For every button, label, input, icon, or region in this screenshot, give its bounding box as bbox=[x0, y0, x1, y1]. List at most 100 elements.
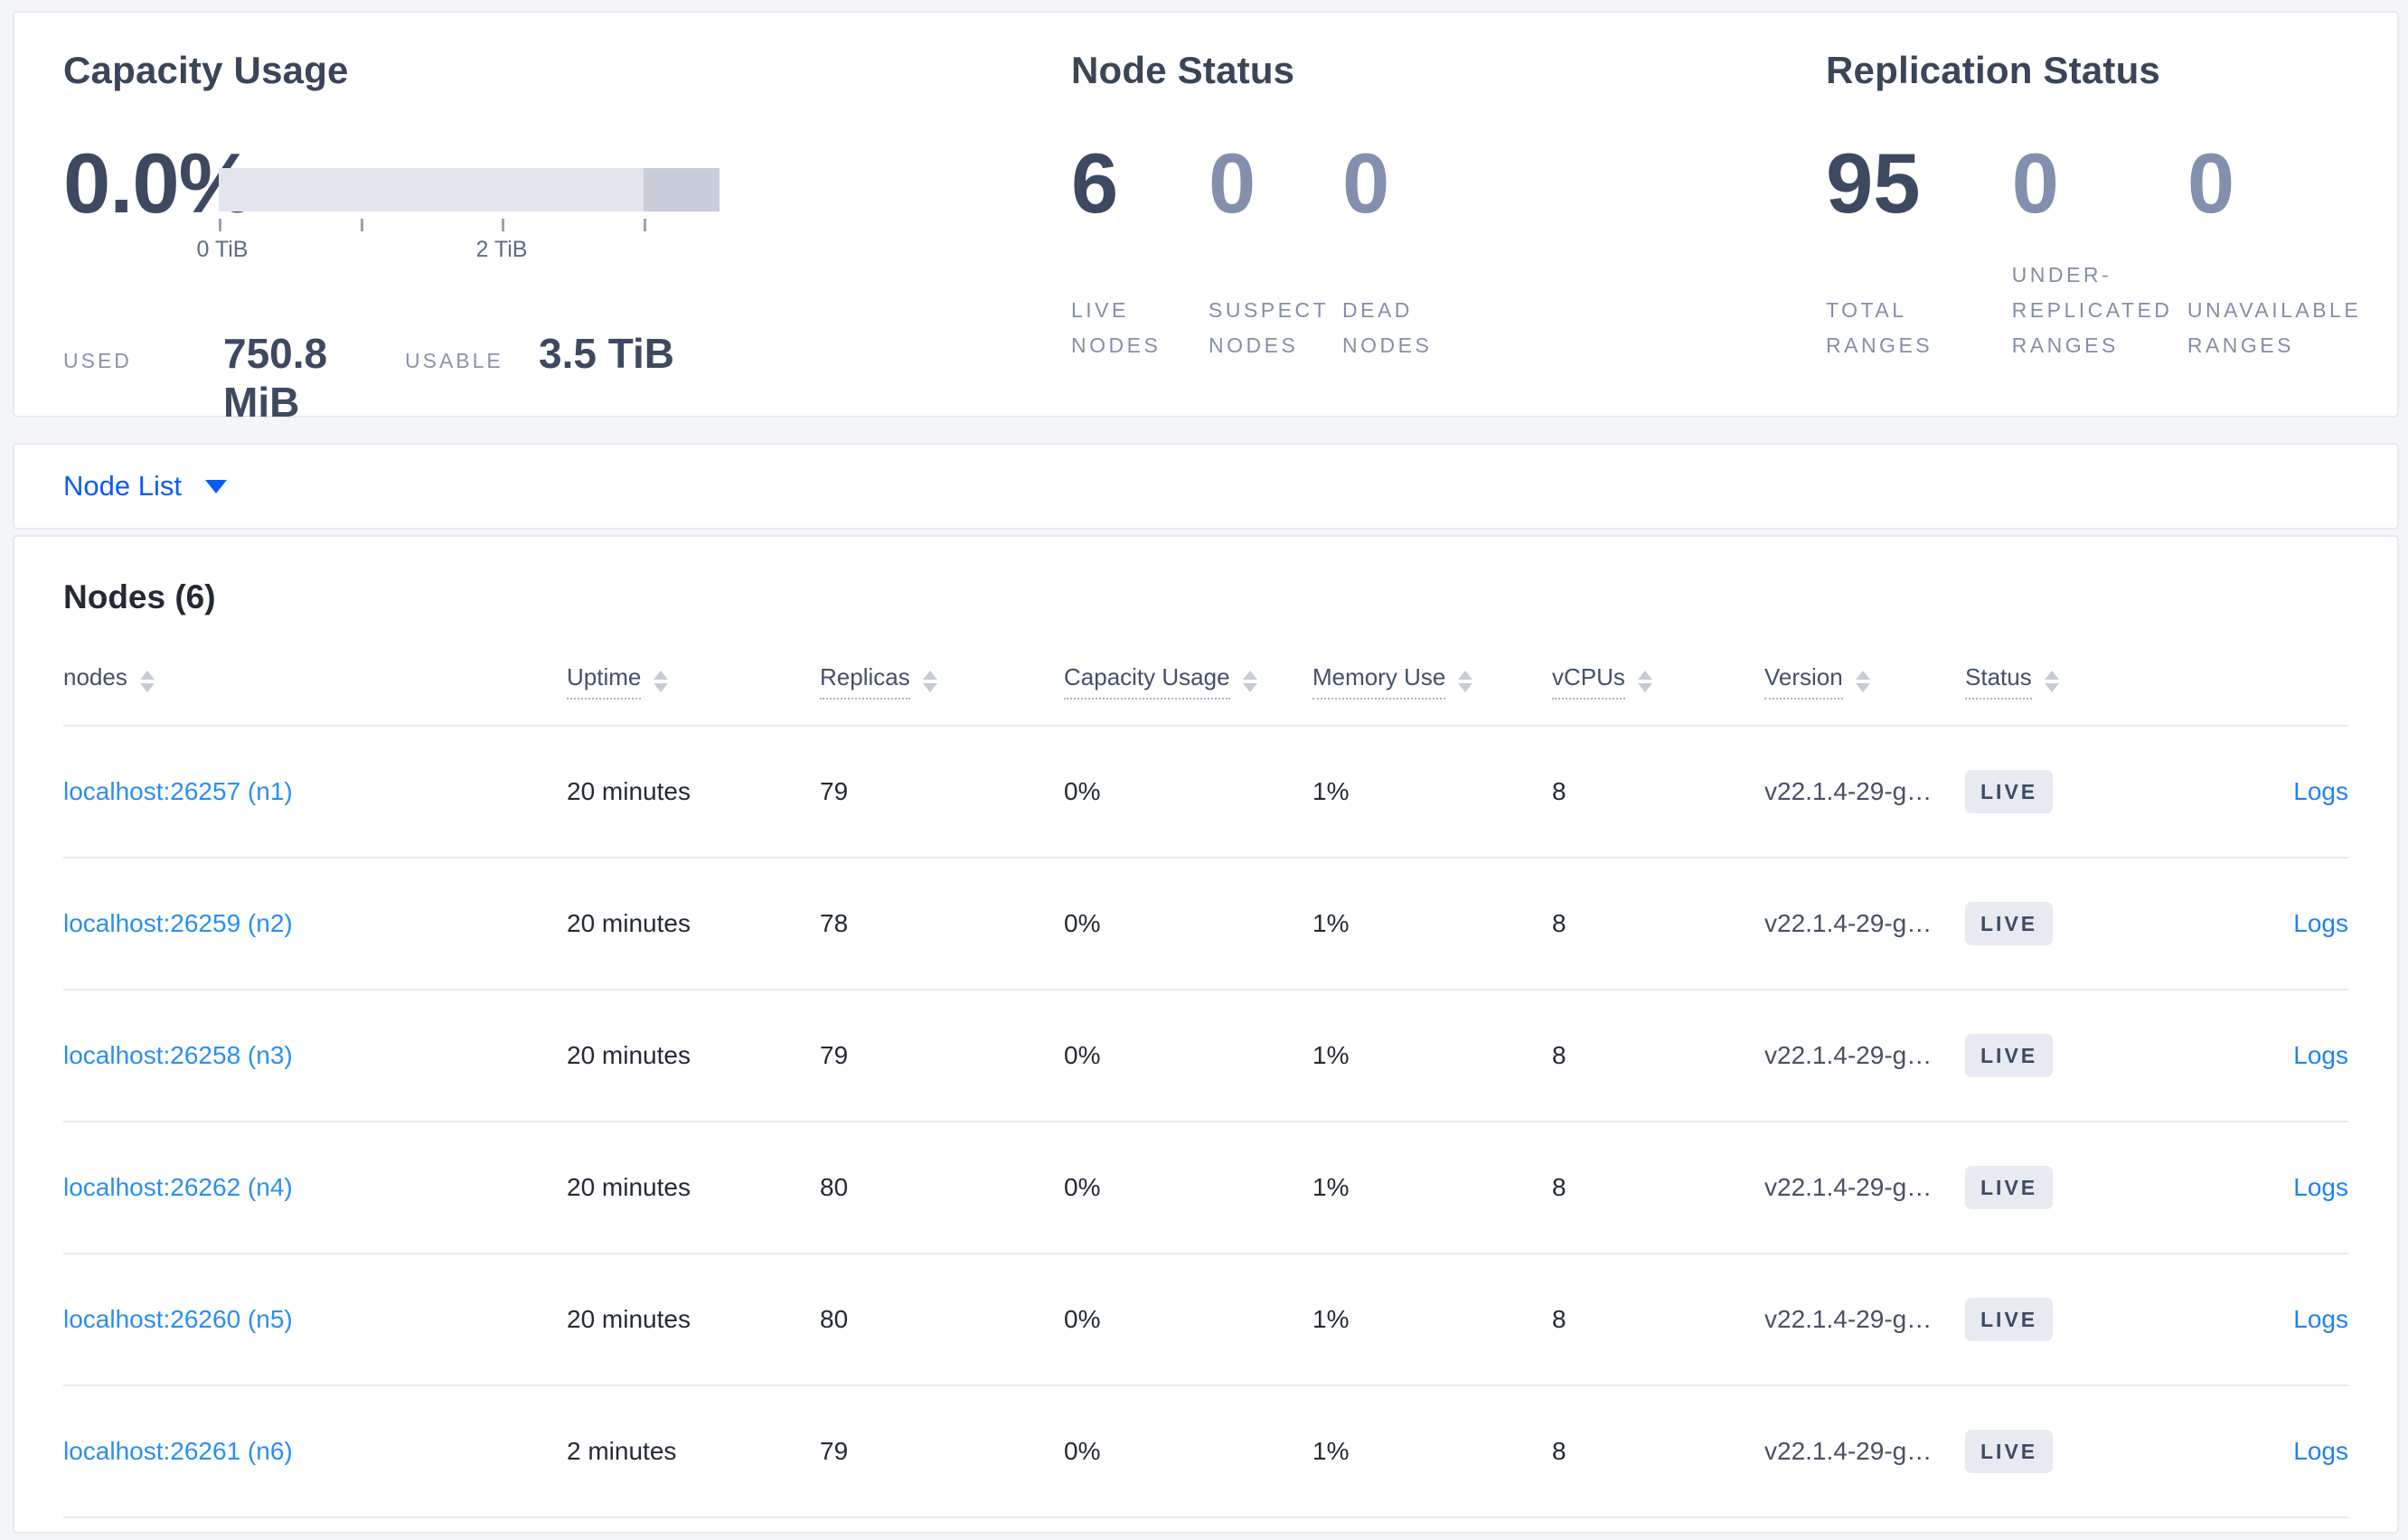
vcpus-cell: 8 bbox=[1552, 1173, 1764, 1202]
stat-label: SUSPECT NODES bbox=[1209, 298, 1329, 357]
summary-card: Capacity Usage 0.0% 0 TiB 2 TiB USED 750… bbox=[13, 11, 2399, 426]
capacity-value: 0% bbox=[1064, 1437, 1101, 1465]
capacity-bar-track bbox=[219, 168, 720, 211]
axis-label-2tib: 2 TiB bbox=[475, 237, 528, 262]
status-cell: LIVE bbox=[1965, 770, 2191, 813]
stat-value: 6 bbox=[1071, 136, 1119, 230]
memory-value: 1% bbox=[1312, 1437, 1350, 1465]
stat-label: DEAD NODES bbox=[1342, 298, 1433, 357]
page: Capacity Usage 0.0% 0 TiB 2 TiB USED 750… bbox=[0, 0, 2408, 1534]
node-status-title: Node Status bbox=[1071, 49, 1295, 91]
replicas-cell: 79 bbox=[820, 1437, 1064, 1466]
capacity-value: 0% bbox=[1064, 1173, 1101, 1201]
table-row: localhost:26260 (n5) 20 minutes 80 0% 1% 8 v22… bbox=[63, 1254, 2348, 1386]
view-selector-bar: Node List bbox=[13, 443, 2399, 530]
status-cell: LIVE bbox=[1965, 1298, 2191, 1341]
sort-icon[interactable] bbox=[1637, 671, 1652, 692]
replicas-cell: 79 bbox=[820, 777, 1064, 806]
column-header-memory[interactable]: Memory Use bbox=[1312, 663, 1552, 700]
version-value: v22.1.4-29-g… bbox=[1764, 1437, 1933, 1465]
stat-value: 95 bbox=[1826, 136, 1921, 230]
replicas-value: 79 bbox=[820, 1041, 849, 1069]
memory-cell: 1% bbox=[1312, 1305, 1552, 1334]
node-link[interactable]: localhost:26259 (n2) bbox=[63, 909, 293, 937]
capacity-stats: USED 750.8 MiB USABLE 3.5 TiB bbox=[63, 329, 1071, 427]
status-badge: LIVE bbox=[1965, 1430, 2054, 1473]
capacity-value: 0% bbox=[1064, 909, 1101, 937]
memory-value: 1% bbox=[1312, 777, 1350, 805]
node-link[interactable]: localhost:26258 (n3) bbox=[63, 1041, 293, 1069]
stat-label: LIVE NODES bbox=[1071, 298, 1162, 357]
status-badge: LIVE bbox=[1965, 770, 2054, 813]
logs-link[interactable]: Logs bbox=[2293, 1173, 2348, 1201]
capacity-bar-segment bbox=[644, 168, 720, 211]
column-header-vcpus[interactable]: vCPUs bbox=[1552, 663, 1764, 700]
stat-block: 95 TOTAL RANGES bbox=[1826, 136, 2012, 363]
stat-label: TOTAL RANGES bbox=[1826, 298, 1933, 357]
chevron-down-icon[interactable] bbox=[204, 479, 227, 493]
sort-icon[interactable] bbox=[2044, 671, 2059, 692]
sort-icon[interactable] bbox=[922, 671, 937, 692]
node-list-dropdown[interactable]: Node List bbox=[63, 470, 182, 502]
memory-value: 1% bbox=[1312, 1173, 1350, 1201]
logs-cell: Logs bbox=[2191, 1437, 2348, 1466]
capacity-axis-labels: 0 TiB 2 TiB bbox=[197, 237, 720, 264]
column-header-uptime[interactable]: Uptime bbox=[567, 663, 820, 700]
table-row: localhost:26258 (n3) 20 minutes 79 0% 1% 8 v22… bbox=[63, 991, 2348, 1122]
replication-status-stats: 95 TOTAL RANGES 0 UNDER-REPLICATED RANGES 0 U… bbox=[1826, 136, 2377, 363]
capacity-axis-ticks bbox=[219, 219, 720, 233]
uptime-cell: 20 minutes bbox=[567, 1173, 820, 1202]
vcpus-value: 8 bbox=[1552, 1041, 1566, 1069]
capacity-bar-chart: 0 TiB 2 TiB bbox=[197, 168, 720, 264]
node-link[interactable]: localhost:26262 (n4) bbox=[63, 1173, 293, 1201]
logs-cell: Logs bbox=[2191, 1041, 2348, 1070]
replicas-cell: 78 bbox=[820, 909, 1064, 938]
memory-value: 1% bbox=[1312, 1041, 1350, 1069]
stat-block: 0 SUSPECT NODES bbox=[1209, 138, 1342, 363]
column-header-node[interactable]: nodes bbox=[63, 663, 567, 700]
logs-link[interactable]: Logs bbox=[2293, 777, 2348, 805]
column-header-label: Version bbox=[1764, 663, 1843, 700]
logs-link[interactable]: Logs bbox=[2293, 1041, 2348, 1069]
vcpus-cell: 8 bbox=[1552, 909, 1764, 938]
usable-label: USABLE bbox=[405, 349, 503, 372]
node-cell: localhost:26261 (n6) bbox=[63, 1437, 567, 1466]
capacity-cell: 0% bbox=[1064, 1305, 1312, 1334]
node-link[interactable]: localhost:26261 (n6) bbox=[63, 1437, 293, 1465]
column-header-status[interactable]: Status bbox=[1965, 663, 2191, 700]
replicas-value: 79 bbox=[820, 777, 849, 805]
sort-icon[interactable] bbox=[1458, 671, 1473, 692]
column-header-capacity[interactable]: Capacity Usage bbox=[1064, 663, 1312, 700]
column-header-logs bbox=[2191, 678, 2348, 686]
sort-icon[interactable] bbox=[1855, 671, 1870, 692]
logs-cell: Logs bbox=[2191, 1173, 2348, 1202]
node-cell: localhost:26262 (n4) bbox=[63, 1173, 567, 1202]
logs-link[interactable]: Logs bbox=[2293, 909, 2348, 937]
capacity-cell: 0% bbox=[1064, 909, 1312, 938]
uptime-value: 20 minutes bbox=[567, 1041, 691, 1069]
sort-icon[interactable] bbox=[1242, 671, 1257, 692]
table-row: localhost:26259 (n2) 20 minutes 78 0% 1% 8 v22… bbox=[63, 859, 2348, 991]
replication-status-section: Replication Status 95 TOTAL RANGES 0 UNDER-… bbox=[1826, 49, 2377, 416]
node-link[interactable]: localhost:26257 (n1) bbox=[63, 777, 293, 805]
column-header-version[interactable]: Version bbox=[1764, 663, 1965, 700]
stat-block: 6 LIVE NODES bbox=[1071, 136, 1209, 363]
capacity-value: 0% bbox=[1064, 1305, 1101, 1333]
axis-label-0tib: 0 TiB bbox=[196, 237, 249, 262]
sort-icon[interactable] bbox=[139, 671, 155, 692]
sort-icon[interactable] bbox=[654, 671, 669, 692]
column-header-label: Capacity Usage bbox=[1064, 663, 1230, 700]
memory-cell: 1% bbox=[1312, 909, 1552, 938]
logs-link[interactable]: Logs bbox=[2293, 1305, 2348, 1333]
status-badge: LIVE bbox=[1965, 902, 2054, 945]
version-cell: v22.1.4-29-g… bbox=[1764, 1305, 1965, 1334]
vcpus-value: 8 bbox=[1552, 1173, 1566, 1201]
column-header-replicas[interactable]: Replicas bbox=[820, 663, 1064, 700]
node-link[interactable]: localhost:26260 (n5) bbox=[63, 1305, 293, 1333]
capacity-usage-title: Capacity Usage bbox=[63, 49, 349, 91]
uptime-cell: 20 minutes bbox=[567, 777, 820, 806]
version-cell: v22.1.4-29-g… bbox=[1764, 1437, 1965, 1466]
uptime-value: 20 minutes bbox=[567, 1173, 691, 1201]
table-row: localhost:26261 (n6) 2 minutes 79 0% 1% 8 v22.… bbox=[63, 1386, 2348, 1518]
logs-link[interactable]: Logs bbox=[2293, 1437, 2348, 1465]
